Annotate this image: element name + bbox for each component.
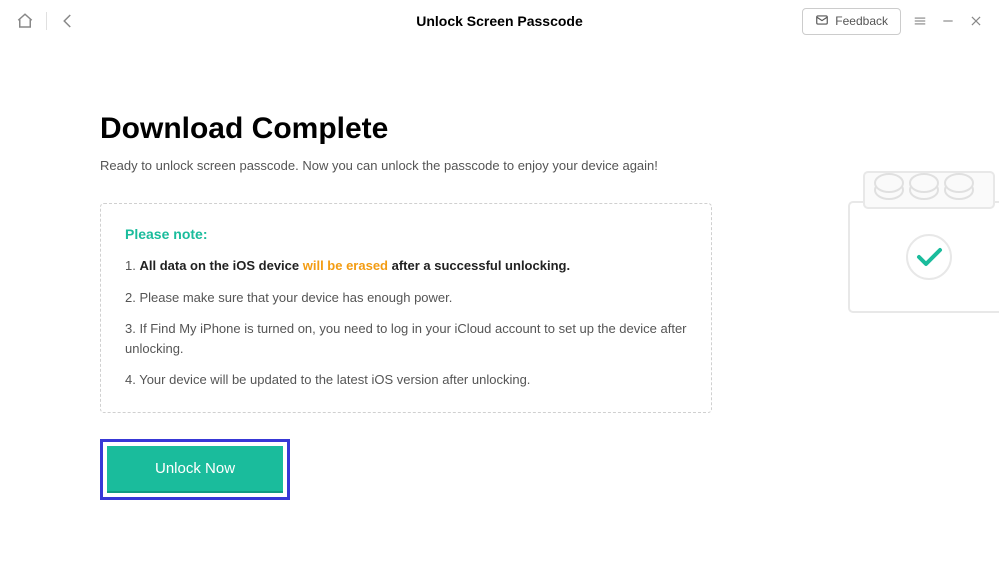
note-item-4: 4. Your device will be updated to the la…	[125, 370, 687, 390]
note-heading: Please note:	[125, 226, 687, 242]
feedback-button[interactable]: Feedback	[802, 8, 901, 35]
titlebar-left	[14, 10, 79, 32]
page-title: Download Complete	[100, 112, 899, 146]
back-icon[interactable]	[57, 10, 79, 32]
note-item-3: 3. If Find My iPhone is turned on, you n…	[125, 319, 687, 358]
feedback-label: Feedback	[835, 14, 888, 28]
main-content: Download Complete Ready to unlock screen…	[0, 42, 999, 500]
titlebar: Unlock Screen Passcode Feedback	[0, 0, 999, 42]
divider	[46, 12, 47, 30]
window-title: Unlock Screen Passcode	[416, 13, 583, 29]
titlebar-right: Feedback	[802, 8, 985, 35]
note-1-prefix: 1.	[125, 258, 139, 273]
note-1-bold: All data on the iOS device	[139, 258, 302, 273]
minimize-icon[interactable]	[939, 12, 957, 30]
note-item-2: 2. Please make sure that your device has…	[125, 288, 687, 308]
menu-icon[interactable]	[911, 12, 929, 30]
mail-icon	[815, 13, 829, 30]
unlock-now-button[interactable]: Unlock Now	[107, 446, 283, 493]
button-highlight: Unlock Now	[100, 439, 290, 500]
close-icon[interactable]	[967, 12, 985, 30]
note-1-suffix: after a successful unlocking.	[388, 258, 570, 273]
note-1-orange: will be erased	[303, 258, 388, 273]
note-box: Please note: 1. All data on the iOS devi…	[100, 203, 712, 413]
page-subtitle: Ready to unlock screen passcode. Now you…	[100, 158, 899, 173]
home-icon[interactable]	[14, 10, 36, 32]
note-item-1: 1. All data on the iOS device will be er…	[125, 256, 687, 276]
device-box-illustration	[829, 142, 999, 322]
